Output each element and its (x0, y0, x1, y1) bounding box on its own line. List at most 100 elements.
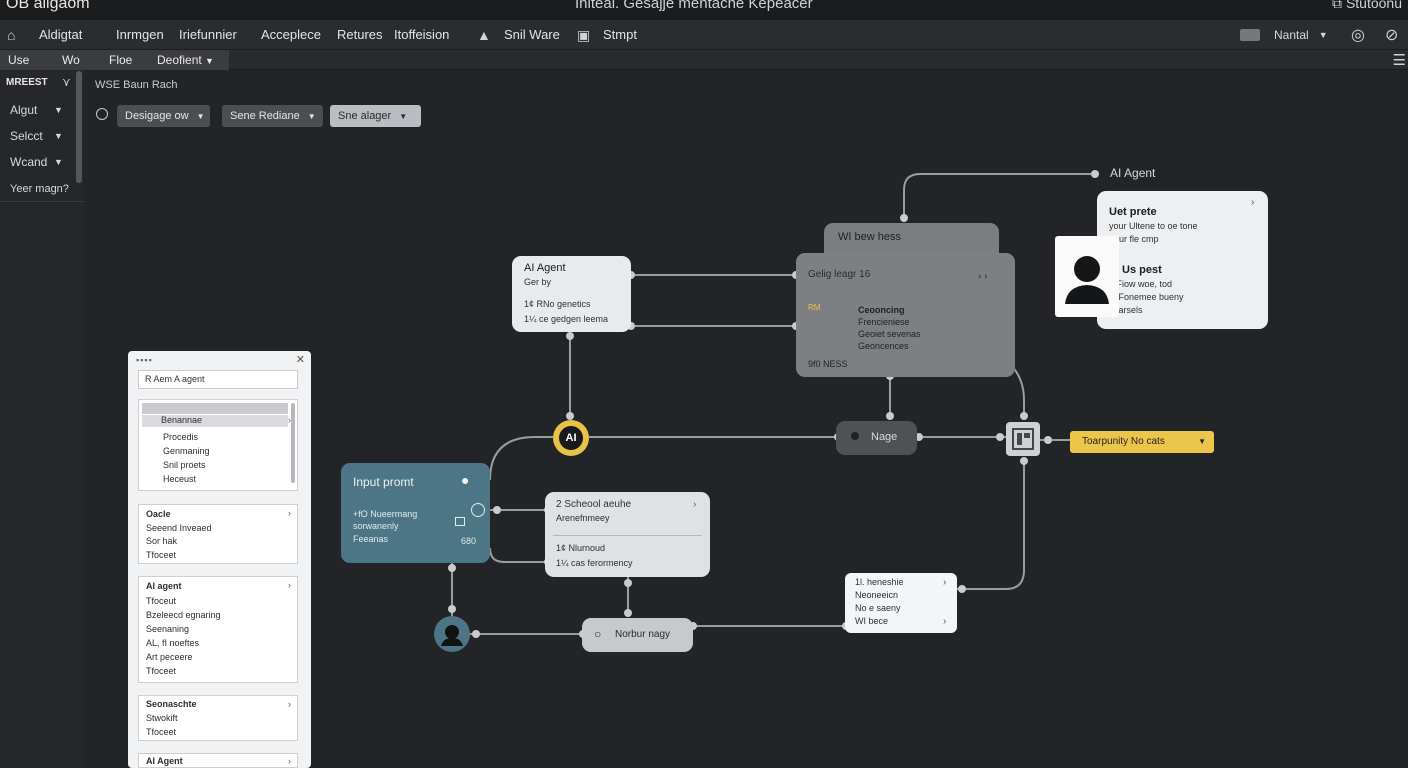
search-node[interactable]: ○ Norbur nagy (582, 618, 693, 652)
port-dot[interactable] (1044, 436, 1052, 444)
list-item[interactable]: Snil proets (163, 460, 206, 470)
port-dot[interactable] (448, 564, 456, 572)
node-line: 1¢ RNo genetics (524, 299, 591, 309)
node-line: Frencieniese (858, 317, 910, 327)
node-line: +fO Nueermang (353, 509, 418, 519)
node-line: Ceooncing (858, 305, 905, 315)
nage-node[interactable]: Nage (836, 421, 917, 455)
port-dot[interactable] (958, 585, 966, 593)
wire (489, 547, 546, 563)
menu-line[interactable]: 1l. heneshie (855, 577, 904, 587)
node-title: 2 Scheool aeuhe (556, 499, 632, 510)
school-node[interactable]: 2 Scheool aeuhe › Arenefnmeey 1¢ Nlurnou… (545, 492, 710, 577)
node-subtitle: Arenefnmeey (556, 513, 610, 523)
port-dot[interactable] (1091, 170, 1099, 178)
group-title[interactable]: AI agent (146, 581, 182, 591)
chevron-right-icon[interactable]: › (943, 577, 946, 588)
user-avatar-node[interactable] (434, 616, 470, 652)
port-dot[interactable] (566, 412, 574, 420)
menu-line[interactable]: WI bece (855, 616, 888, 626)
radio-icon[interactable] (471, 503, 485, 517)
wire (489, 436, 553, 481)
chevron-right-icon[interactable]: › (288, 756, 291, 766)
node-line: 1¢ Nlurnoud (556, 543, 606, 553)
node-line: Feeanas (353, 534, 389, 544)
list-header-bar (142, 403, 288, 414)
chevron-right-icon[interactable]: › (288, 699, 291, 709)
chevron-right-icon[interactable]: › (693, 499, 696, 510)
list-item[interactable]: AL, fI noeftes (146, 638, 199, 648)
group-title[interactable]: Seonaschte (146, 699, 197, 709)
node-title: Input promt (353, 475, 414, 489)
wire (1011, 365, 1025, 416)
port-dot[interactable] (1020, 412, 1028, 420)
copy-icon[interactable] (455, 517, 465, 526)
node-title: Us pest (1122, 264, 1162, 276)
temperature-chip[interactable]: Toarpunity No cats ▼ (1070, 431, 1214, 453)
ai-agent-label: AI Agent (1110, 166, 1156, 180)
port-dot[interactable] (900, 214, 908, 222)
grid-icon (1012, 428, 1034, 450)
list-item[interactable]: Bzeleecd egnaring (146, 610, 221, 620)
search-input[interactable]: R Aem A agent (138, 370, 298, 389)
avatar[interactable] (1055, 236, 1119, 317)
chevron-right-icon[interactable]: › › (978, 271, 987, 282)
panel-list: Benannae › Procedis Genmaning Snil proet… (138, 399, 298, 491)
panel-group-4: AI Agent › (138, 753, 298, 768)
ai-chip[interactable]: AI (553, 420, 589, 456)
port-dot[interactable] (624, 579, 632, 587)
list-item[interactable]: Stwokift (146, 713, 178, 723)
user-prompt-node[interactable]: Uet prete › your Ultene to oe tone pour … (1097, 191, 1268, 329)
list-item[interactable]: Genmaning (163, 446, 210, 456)
list-item[interactable]: Heceust (163, 474, 196, 484)
chevron-right-icon[interactable]: › (288, 508, 291, 518)
port-dot[interactable] (624, 609, 632, 617)
node-line: 1¼ cas ferormency (556, 558, 633, 568)
chevron-right-icon[interactable]: › (943, 616, 946, 627)
node-footer: 9f0 NESS (808, 359, 848, 369)
node-title: AI Agent (524, 262, 566, 274)
list-item[interactable]: Tfoceet (146, 550, 176, 560)
user-silhouette-icon (1065, 256, 1109, 304)
list-item[interactable]: Procedis (163, 432, 198, 442)
search-icon: ○ (594, 627, 602, 641)
scrollbar[interactable] (291, 403, 295, 483)
chip-label: Toarpunity No cats (1082, 436, 1165, 447)
chevron-right-icon[interactable]: › (1251, 197, 1254, 208)
ai-agent-node[interactable]: AI Agent Ger by 1¢ RNo genetics 1¼ ce ge… (512, 256, 631, 332)
node-title: Uet prete (1109, 206, 1157, 218)
list-item[interactable]: Tfoceet (146, 666, 176, 676)
panel-group-ai-agent: AI agent › Tfoceut Bzeleecd egnaring See… (138, 576, 298, 683)
node-title: WI bew hess (838, 231, 901, 243)
panel-group-3: Seonaschte › Stwokift Tfoceet (138, 695, 298, 741)
group-title[interactable]: AI Agent (146, 756, 183, 766)
port-dot[interactable] (448, 605, 456, 613)
port-dot[interactable] (493, 506, 501, 514)
menu-line[interactable]: Neoneeicn (855, 590, 898, 600)
node-line: Geoncences (858, 341, 909, 351)
menu-node[interactable]: 1l. heneshie › Neoneeicn No e saeny WI b… (845, 573, 957, 633)
port-dot[interactable] (886, 412, 894, 420)
menu-line[interactable]: No e saeny (855, 603, 901, 613)
list-item[interactable]: Sor hak (146, 536, 177, 546)
list-item[interactable]: Art peceere (146, 652, 193, 662)
list-item[interactable]: Tfoceut (146, 596, 176, 606)
group-title[interactable]: Oacle (146, 509, 171, 519)
ai-chip-label: AI (559, 426, 583, 450)
list-item[interactable]: Benannae (161, 415, 202, 425)
port-dot[interactable] (1020, 457, 1028, 465)
close-icon[interactable]: ✕ (296, 353, 305, 366)
input-prompt-node[interactable]: Input promt ● +fO Nueermang sorwanenly F… (341, 463, 490, 563)
list-item[interactable]: Tfoceet (146, 727, 176, 737)
wi-node[interactable]: Gelig leagr 16 › › RM Ceooncing Frencien… (796, 253, 1015, 377)
port-dot[interactable] (566, 332, 574, 340)
port-dot[interactable] (996, 433, 1004, 441)
port-dot[interactable] (472, 630, 480, 638)
chevron-right-icon[interactable]: › (288, 580, 291, 590)
divider (553, 535, 702, 536)
list-item[interactable]: Seeend Inveaed (146, 523, 212, 533)
drag-handle-icon[interactable]: ▪▪▪▪ (136, 355, 153, 365)
router-node[interactable] (1006, 422, 1040, 456)
list-item[interactable]: Seenaning (146, 624, 189, 634)
user-icon: ● (461, 472, 470, 488)
